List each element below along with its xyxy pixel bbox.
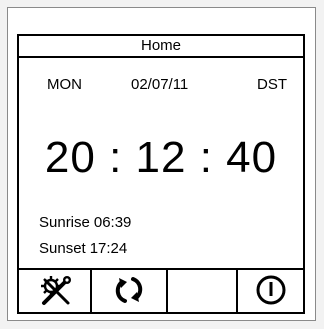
day-of-week: MON — [47, 76, 82, 93]
settings-tools-icon — [38, 273, 72, 312]
refresh-icon — [112, 273, 146, 312]
refresh-button[interactable] — [92, 270, 168, 314]
dst-indicator: DST — [257, 76, 287, 93]
home-panel: Home MON 02/07/11 DST 20 : 12 : 40 Sunri… — [17, 34, 305, 314]
device-screen: Home MON 02/07/11 DST 20 : 12 : 40 Sunri… — [0, 0, 324, 329]
sunset-time: 17:24 — [89, 240, 128, 257]
power-icon — [254, 273, 288, 312]
sunrise-time: 06:39 — [93, 214, 132, 231]
sunrise-label: Sunrise — [39, 214, 90, 231]
blank-button[interactable] — [168, 270, 238, 314]
info-button[interactable] — [238, 270, 303, 314]
date-value: 02/07/11 — [131, 76, 189, 93]
page-title: Home — [19, 36, 303, 58]
sunset-row: Sunset 17:24 — [39, 240, 127, 257]
clock-time: 20 : 12 : 40 — [44, 133, 278, 182]
sunrise-row: Sunrise 06:39 — [39, 214, 131, 231]
date-row: MON 02/07/11 DST — [19, 76, 303, 96]
sunset-label: Sunset — [39, 240, 86, 257]
settings-button[interactable] — [19, 270, 92, 314]
bottom-toolbar — [19, 268, 303, 314]
